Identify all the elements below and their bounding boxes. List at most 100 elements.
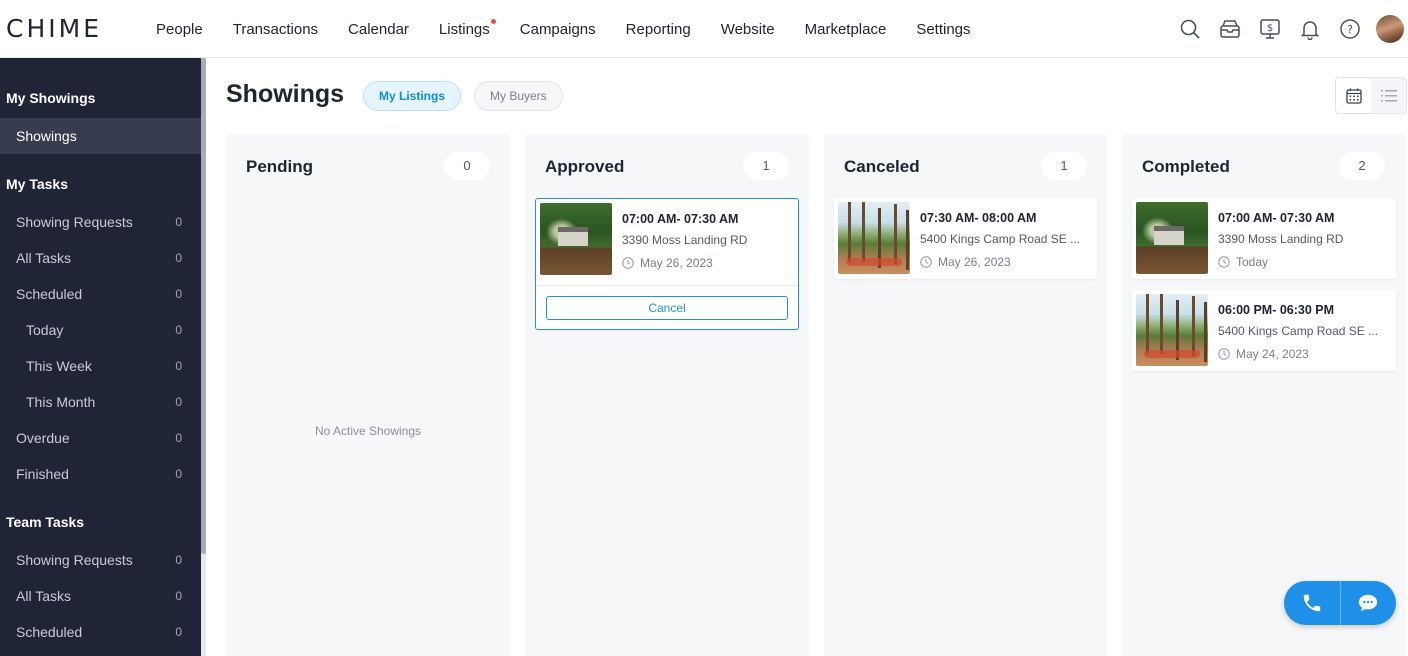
search-icon[interactable] [1170,9,1210,49]
column-canceled: Canceled 1 07:30 AM- 08:00 AM 5400 Kings… [824,134,1107,656]
user-avatar[interactable] [1376,15,1404,43]
sidebar-item-scheduled[interactable]: Scheduled 0 [0,276,201,312]
sidebar-item-count: 0 [175,431,182,445]
sidebar-item-label: All Tasks [16,588,71,604]
showing-date-text: May 26, 2023 [640,256,713,270]
nav-item-marketplace[interactable]: Marketplace [805,21,887,38]
nav-item-listings-label: Listings [438,20,490,38]
notification-dot [490,18,496,24]
showing-time: 07:30 AM- 08:00 AM [920,211,1037,225]
sidebar-scrollbar-thumb[interactable] [201,58,206,554]
nav-item-settings[interactable]: Settings [916,21,970,38]
sidebar-item-label: Scheduled [16,286,83,302]
nav-item-listings[interactable]: Listings [438,18,496,38]
sidebar-item-label: This Week [26,358,92,374]
filter-my-buyers[interactable]: My Buyers [474,81,563,111]
showing-card[interactable]: 07:00 AM- 07:30 AM 3390 Moss Landing RD … [535,198,799,330]
showing-date-text: May 26, 2023 [938,255,1011,269]
showing-date: May 26, 2023 [622,256,713,270]
sidebar-item-team-all-tasks[interactable]: All Tasks 0 [0,578,201,614]
chat-icon[interactable] [1340,581,1396,625]
nav-item-reporting[interactable]: Reporting [626,21,691,38]
nav-item-website[interactable]: Website [721,21,775,38]
nav-item-campaigns[interactable]: Campaigns [520,21,596,38]
showing-time: 07:00 AM- 07:30 AM [1218,211,1335,225]
cancel-showing-button[interactable]: Cancel [546,296,788,320]
help-icon[interactable]: ? [1330,9,1370,49]
sidebar-item-count: 0 [175,395,182,409]
sidebar: My Showings Showings My Tasks Showing Re… [0,58,201,656]
floating-contact-actions [1284,581,1396,625]
sidebar-item-count: 0 [175,215,182,229]
page-title: Showings [226,80,345,108]
sidebar-item-team-scheduled[interactable]: Scheduled 0 [0,614,201,650]
bell-icon[interactable] [1290,9,1330,49]
sidebar-item-finished[interactable]: Finished 0 [0,456,201,492]
list-view-icon[interactable] [1371,78,1406,113]
showing-date: May 24, 2023 [1218,347,1309,361]
showing-card[interactable]: 07:30 AM- 08:00 AM 5400 Kings Camp Road … [834,198,1097,279]
sidebar-item-count: 0 [175,589,182,603]
sidebar-item-count: 0 [175,287,182,301]
showing-date-text: Today [1236,255,1269,269]
property-address: 5400 Kings Camp Road SE ... [1218,324,1379,338]
top-icon-group: $ ? [1170,0,1408,58]
sidebar-item-showings[interactable]: Showings [0,118,201,154]
column-title: Pending [246,157,314,176]
svg-text:$: $ [1267,23,1273,34]
dollar-monitor-icon[interactable]: $ [1250,9,1290,49]
sidebar-item-label: Overdue [16,430,70,446]
sidebar-item-today[interactable]: Today 0 [0,312,201,348]
sidebar-item-this-week[interactable]: This Week 0 [0,348,201,384]
sidebar-item-all-tasks[interactable]: All Tasks 0 [0,240,201,276]
column-title: Canceled [844,157,920,176]
sidebar-item-count: 0 [175,625,182,639]
property-photo [540,203,612,275]
property-photo [1136,202,1208,274]
property-address: 3390 Moss Landing RD [1218,232,1344,246]
showing-date: May 26, 2023 [920,255,1011,269]
showing-date: Today [1218,255,1268,269]
sidebar-item-label: This Month [26,394,96,410]
showing-card[interactable]: 06:00 PM- 06:30 PM 5400 Kings Camp Road … [1132,290,1396,371]
nav-item-people[interactable]: People [156,21,203,38]
showing-card[interactable]: 07:00 AM- 07:30 AM 3390 Moss Landing RD … [1132,198,1396,279]
nav-item-calendar[interactable]: Calendar [348,21,409,38]
nav-item-transactions[interactable]: Transactions [233,21,318,38]
sidebar-item-this-month[interactable]: This Month 0 [0,384,201,420]
column-count-badge: 1 [1041,152,1087,180]
sidebar-item-overdue[interactable]: Overdue 0 [0,420,201,456]
column-count-badge: 1 [743,152,789,180]
chime-logo[interactable]: CHIME [6,14,102,43]
sidebar-item-label: Finished [16,466,69,482]
main-nav: People Transactions Calendar Listings Ca… [156,0,1001,58]
column-count-badge: 2 [1339,152,1385,180]
phone-icon[interactable] [1284,581,1340,625]
clock-icon [622,257,634,269]
clock-icon [1218,348,1230,360]
showing-date-text: May 24, 2023 [1236,347,1309,361]
sidebar-section-team-tasks: Team Tasks [6,514,85,530]
sidebar-item-label: Showing Requests [16,552,133,568]
clock-icon [1218,256,1230,268]
sidebar-item-count: 0 [175,553,182,567]
empty-state-message: No Active Showings [314,424,422,438]
showing-time: 06:00 PM- 06:30 PM [1218,303,1335,317]
calendar-view-icon[interactable] [1336,78,1371,113]
card-divider [536,285,798,286]
column-title: Approved [545,157,625,176]
sidebar-item-count: 0 [175,251,182,265]
top-navigation-bar: CHIME People Transactions Calendar Listi… [0,0,1408,58]
property-address: 5400 Kings Camp Road SE ... [920,232,1081,246]
clock-icon [920,256,932,268]
column-count-badge: 0 [444,152,490,180]
sidebar-item-label: Showing Requests [16,214,133,230]
filter-my-listings[interactable]: My Listings [363,81,462,111]
sidebar-item-showing-requests[interactable]: Showing Requests 0 [0,204,201,240]
sidebar-item-team-showing-requests[interactable]: Showing Requests 0 [0,542,201,578]
sidebar-section-my-showings: My Showings [6,90,96,106]
inbox-icon[interactable] [1210,9,1250,49]
column-pending: Pending 0 No Active Showings [226,134,510,656]
showing-time: 07:00 AM- 07:30 AM [622,212,739,226]
sidebar-item-count: 0 [175,467,182,481]
